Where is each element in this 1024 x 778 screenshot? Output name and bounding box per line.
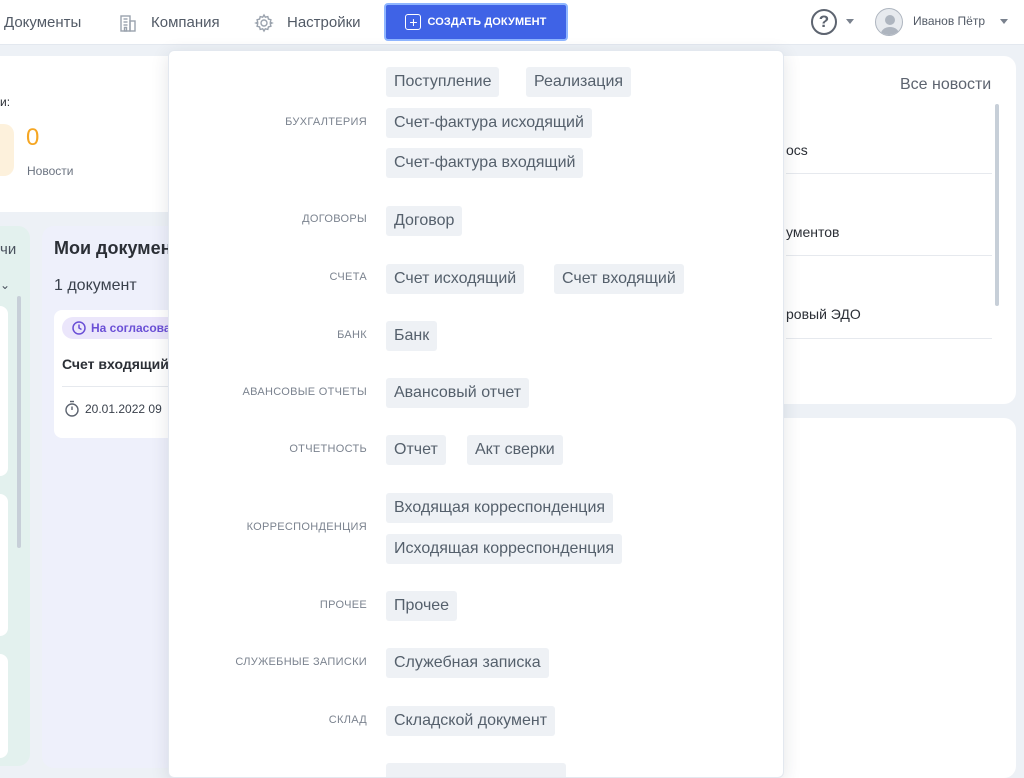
left-panel-label: чи: [0, 241, 17, 258]
nav-settings-label: Настройки: [287, 14, 361, 31]
all-news-link[interactable]: Все новости: [900, 76, 991, 94]
menu-item-receipt[interactable]: Поступление: [386, 67, 500, 97]
document-date: 20.01.2022 09: [64, 400, 162, 417]
stats-label: и:: [0, 95, 11, 109]
news-count-label: Новости: [27, 164, 74, 178]
divider: [62, 386, 182, 387]
my-documents-panel: [42, 226, 182, 768]
my-documents-title: Мои докумен: [54, 238, 172, 258]
nav-documents[interactable]: Документы: [4, 0, 81, 45]
category-warehouse: СКЛАД: [328, 714, 367, 726]
help-icon[interactable]: ?: [811, 9, 837, 35]
category-bank: БАНК: [337, 329, 367, 341]
divider: [786, 255, 992, 256]
menu-item-bill-incoming[interactable]: Счет входящий: [554, 264, 684, 294]
menu-item-bill-outgoing[interactable]: Счет исходящий: [386, 264, 525, 294]
status-badge: На согласова: [62, 317, 182, 339]
lower-right-panel: [760, 418, 1016, 778]
top-navigation-bar: Документы Компания Настройки + СОЗДАТЬ Д…: [0, 0, 1024, 45]
user-name[interactable]: Иванов Пётр: [913, 14, 985, 28]
nav-documents-label: Документы: [4, 14, 82, 31]
news-scrollbar[interactable]: [995, 104, 999, 306]
menu-item-advance-report[interactable]: Авансовый отчет: [386, 378, 530, 408]
category-advance-reports: АВАНСОВЫЕ ОТЧЕТЫ: [242, 386, 367, 398]
stopwatch-icon: [64, 400, 80, 417]
category-bills: СЧЕТА: [329, 271, 367, 283]
category-correspondence: КОРРЕСПОНДЕНЦИЯ: [246, 521, 367, 533]
menu-item-correspondence-incoming[interactable]: Входящая корреспонденция: [386, 493, 614, 523]
building-icon: [117, 12, 139, 34]
left-panel-column: [0, 306, 8, 476]
news-item[interactable]: ументов: [786, 224, 839, 240]
category-memos: СЛУЖЕБНЫЕ ЗАПИСКИ: [235, 656, 367, 668]
menu-item-partial[interactable]: [386, 763, 566, 777]
help-chevron-down-icon[interactable]: [846, 19, 854, 24]
document-count: 1 документ: [54, 277, 137, 294]
category-contracts: ДОГОВОРЫ: [302, 213, 367, 225]
menu-item-invoice-incoming[interactable]: Счет-фактура входящий: [386, 148, 584, 178]
news-count: 0: [26, 124, 40, 151]
menu-item-other[interactable]: Прочее: [386, 591, 458, 621]
nav-company-label: Компания: [151, 14, 220, 31]
menu-item-reconciliation-act[interactable]: Акт сверки: [467, 435, 563, 465]
category-reporting: ОТЧЕТНОСТЬ: [289, 443, 367, 455]
nav-settings[interactable]: Настройки: [253, 0, 361, 45]
category-other: ПРОЧЕЕ: [319, 599, 367, 611]
menu-item-contract[interactable]: Договор: [386, 206, 463, 236]
divider: [786, 338, 992, 339]
category-accounting: БУХГАЛТЕРИЯ: [285, 116, 367, 128]
left-panel-scrollbar[interactable]: [17, 296, 21, 548]
menu-item-report[interactable]: Отчет: [386, 435, 446, 465]
plus-icon: +: [405, 14, 422, 30]
menu-item-memo[interactable]: Служебная записка: [386, 648, 549, 678]
menu-item-correspondence-outgoing[interactable]: Исходящая корреспонденция: [386, 534, 623, 564]
menu-item-sale[interactable]: Реализация: [526, 67, 632, 97]
news-item[interactable]: ровый ЭДО: [786, 306, 861, 322]
news-item[interactable]: ocs: [786, 142, 808, 158]
left-panel-column: [0, 654, 8, 758]
document-title: Счет входящий: [62, 356, 169, 372]
left-panel-chevron-icon[interactable]: ⌄: [0, 278, 10, 292]
user-chevron-down-icon[interactable]: [1000, 19, 1008, 24]
create-document-label: СОЗДАТЬ ДОКУМЕНТ: [427, 16, 547, 28]
menu-item-warehouse-document[interactable]: Складской документ: [386, 706, 556, 736]
avatar[interactable]: [875, 8, 903, 36]
create-document-button[interactable]: + СОЗДАТЬ ДОКУМЕНТ: [384, 3, 568, 41]
menu-item-invoice-outgoing[interactable]: Счет-фактура исходящий: [386, 108, 592, 138]
gear-icon: [253, 12, 275, 34]
left-panel-column: [0, 494, 8, 636]
news-count-tile: [0, 124, 14, 176]
menu-item-bank[interactable]: Банк: [386, 321, 438, 351]
create-document-menu: БУХГАЛТЕРИЯ Поступление Реализация Счет-…: [168, 50, 784, 778]
nav-company[interactable]: Компания: [117, 0, 220, 45]
clock-icon: [72, 321, 86, 335]
divider: [786, 173, 992, 174]
